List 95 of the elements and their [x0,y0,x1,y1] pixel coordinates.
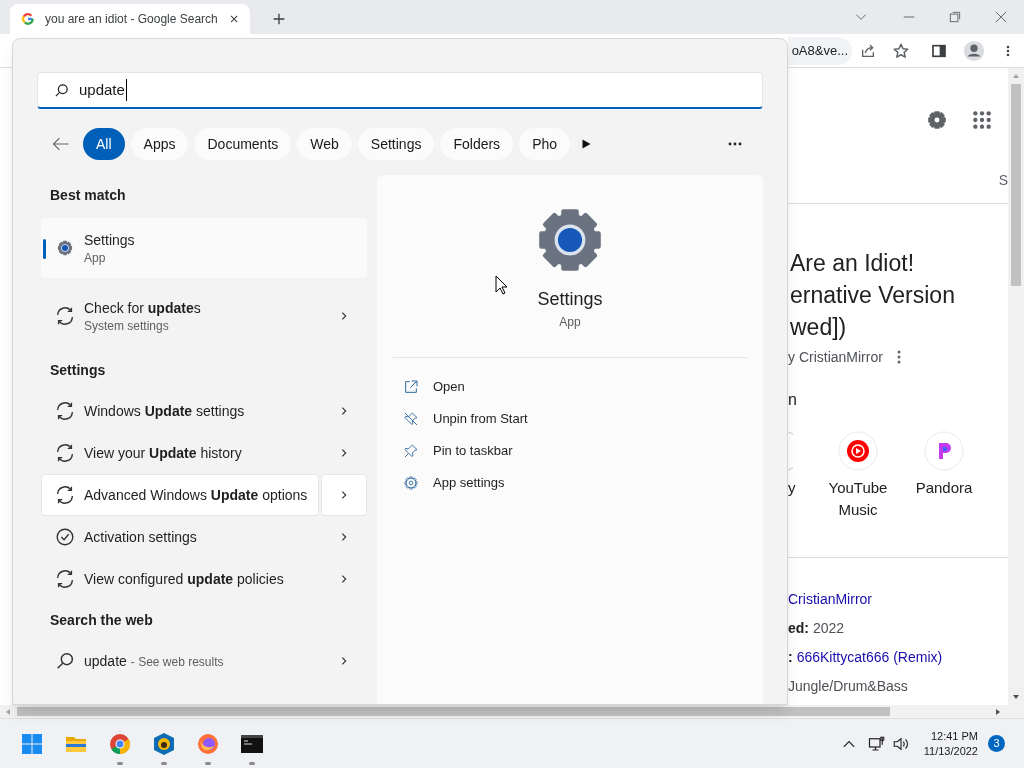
shield-icon[interactable] [152,731,176,756]
settings-icon [537,207,603,273]
sync-icon [54,305,76,327]
firefox-icon[interactable] [196,731,220,756]
gear-icon [403,475,419,491]
browser-tab[interactable]: you are an idiot - Google Search [10,4,250,34]
filter-tab[interactable]: Apps [130,128,189,160]
profile-icon[interactable] [963,39,985,62]
url-text: oA8&ve... [791,41,848,60]
result-item[interactable]: update - See web results [41,640,319,682]
apps-grid-icon[interactable] [972,110,992,130]
share-icon[interactable] [860,42,876,59]
next-arrow-icon[interactable] [580,138,593,150]
scroll-down-icon[interactable] [1012,693,1020,701]
scroll-right-icon[interactable] [994,707,1002,716]
vertical-scrollbar[interactable] [1008,68,1024,705]
horizontal-scrollbar[interactable] [0,705,1024,718]
open-external-icon [403,379,419,395]
new-tab-icon[interactable] [271,11,287,27]
close-icon[interactable] [994,10,1008,24]
selection-indicator [43,239,46,259]
chevron-right-icon [339,406,349,416]
more-vertical-icon[interactable] [896,350,901,364]
action-item[interactable]: App settings [377,467,763,499]
chevron-right-icon [339,574,349,584]
action-item[interactable]: Pin to taskbar [377,435,763,467]
fact-link[interactable]: 666Kittycat666 (Remix) [796,647,943,668]
app-type: App [559,314,581,331]
title-text: ernative Version [790,281,956,310]
search-icon [54,82,69,98]
title-text: wed]) [790,313,848,342]
result-item[interactable]: Activation settings [41,516,319,558]
settings-icon[interactable] [926,109,948,131]
play-circle-icon [838,431,878,471]
section-heading: Search the web [49,611,154,630]
tab-label[interactable]: S [998,170,1008,190]
scrollbar-thumb[interactable] [1011,84,1021,286]
star-icon[interactable] [892,41,910,60]
result-item[interactable]: View configured update policies [41,558,319,600]
filter-tab[interactable]: Pho [519,128,571,160]
app-title: Settings [537,288,603,311]
result-item[interactable]: View your Update history [41,432,319,474]
byline-text: y CristianMirror [788,347,883,367]
result-item[interactable]: Check for updates System settings [41,292,319,340]
section-heading: Best match [49,186,127,205]
filter-tab[interactable]: Web [297,128,352,160]
google-icon [21,12,35,26]
fact-value: Jungle/Drum&Bass [788,677,908,696]
result-item[interactable]: Advanced Windows Update options [41,474,319,516]
chevron-right-icon [339,448,349,458]
search-field[interactable]: update [37,72,763,109]
sync-icon [54,568,76,590]
chevron-right-icon [339,311,349,321]
cursor-icon [495,275,508,295]
sync-icon [54,484,76,506]
section-heading: Settings [49,361,107,380]
filter-tab[interactable]: Documents [194,128,292,160]
notification-badge[interactable]: 3 [988,735,1005,752]
chevron-right-icon [339,490,349,500]
streaming-service-link[interactable]: YouTube Music [815,431,901,521]
section-heading: n [788,390,798,410]
chevron-right-icon [339,656,349,666]
title-text: Are an Idiot! [790,249,916,278]
more-icon[interactable] [728,142,743,146]
address-bar[interactable]: oA8&ve... [788,36,852,65]
unpin-icon [403,411,419,427]
tab-title: you are an idiot - Google Search [45,11,218,28]
streaming-service-link[interactable]: Pandora [901,431,987,521]
action-item[interactable]: Open [377,371,763,403]
scroll-left-icon[interactable] [4,707,12,716]
fact-label: ed: [788,619,809,638]
filter-tab[interactable]: Settings [357,128,435,160]
search-icon [54,650,76,672]
chevron-right-icon [339,532,349,542]
result-item[interactable]: Windows Update settings [41,390,319,432]
pandora-icon [924,431,964,471]
clock[interactable]: 12:41 PM 11/13/2022 [923,728,978,759]
windows-logo-icon[interactable] [20,731,44,756]
filter-tab[interactable]: Folders [440,128,514,160]
filter-tab[interactable]: All [83,128,125,160]
fact-label: : [788,648,793,667]
check-circle-icon [54,526,76,548]
fact-value: 2022 [813,619,845,638]
restore-icon[interactable] [948,10,962,24]
chrome-icon[interactable] [108,731,132,756]
sync-icon [54,442,76,464]
scrollbar-thumb[interactable] [17,707,890,716]
scroll-up-icon[interactable] [1012,72,1020,80]
action-item[interactable]: Unpin from Start [377,403,763,435]
network-icon[interactable] [867,734,886,753]
result-item[interactable]: Settings App [41,218,367,278]
fact-link[interactable]: CristianMirror [788,589,872,610]
sidebar-icon[interactable] [931,42,947,59]
sync-icon [54,400,76,422]
pin-icon [403,443,419,459]
